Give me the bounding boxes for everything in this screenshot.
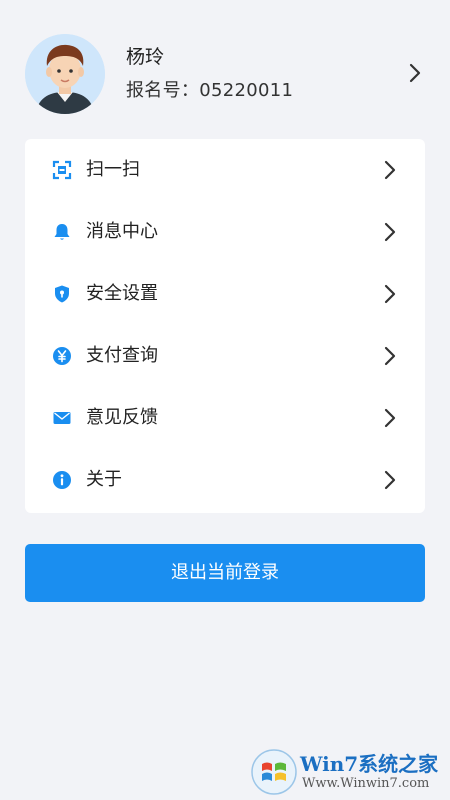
registration-number: 报名号：05220011 <box>126 80 294 101</box>
yuan-icon <box>53 347 71 365</box>
chevron-right-icon <box>384 408 396 428</box>
chevron-right-icon <box>384 160 396 180</box>
watermark: Win7系统之家 Www.Winwin7.com <box>250 748 445 796</box>
chevron-right-icon <box>384 222 396 242</box>
avatar-illustration <box>25 34 105 114</box>
chevron-right-icon[interactable] <box>406 62 424 84</box>
menu-item-label: 支付查询 <box>86 345 158 366</box>
menu-item-label: 扫一扫 <box>86 159 140 180</box>
menu-item-scan[interactable]: 扫一扫 <box>25 139 425 201</box>
avatar <box>25 34 105 114</box>
menu-card: 扫一扫 消息中心 安全设置 支付查询 意见反馈 关于 <box>25 139 425 513</box>
logout-button[interactable]: 退出当前登录 <box>25 544 425 602</box>
menu-item-label: 安全设置 <box>86 283 158 304</box>
bell-icon <box>54 224 70 240</box>
mail-icon <box>53 412 71 424</box>
menu-item-label: 消息中心 <box>86 221 158 242</box>
watermark-brand: Win7系统之家 <box>300 752 439 776</box>
chevron-right-icon <box>384 284 396 304</box>
info-icon <box>53 471 71 489</box>
menu-item-label: 关于 <box>86 469 122 490</box>
menu-item-label: 意见反馈 <box>86 407 158 428</box>
chevron-right-icon <box>384 346 396 366</box>
profile-page: 杨玲 报名号：05220011 扫一扫 消息中心 安全设置 支付查询 意见反馈 … <box>0 0 450 800</box>
scan-icon <box>52 160 72 180</box>
menu-item-messages[interactable]: 消息中心 <box>25 201 425 263</box>
menu-item-payment[interactable]: 支付查询 <box>25 325 425 387</box>
windows-logo-icon <box>251 749 297 795</box>
chevron-right-icon <box>384 470 396 490</box>
status-bar <box>0 0 450 8</box>
shield-icon <box>55 285 69 303</box>
profile-name: 杨玲 <box>126 46 165 68</box>
menu-item-feedback[interactable]: 意见反馈 <box>25 387 425 449</box>
profile-header[interactable]: 杨玲 报名号：05220011 <box>0 30 450 120</box>
menu-item-about[interactable]: 关于 <box>25 449 425 511</box>
menu-item-security[interactable]: 安全设置 <box>25 263 425 325</box>
watermark-url: Www.Winwin7.com <box>302 776 430 791</box>
